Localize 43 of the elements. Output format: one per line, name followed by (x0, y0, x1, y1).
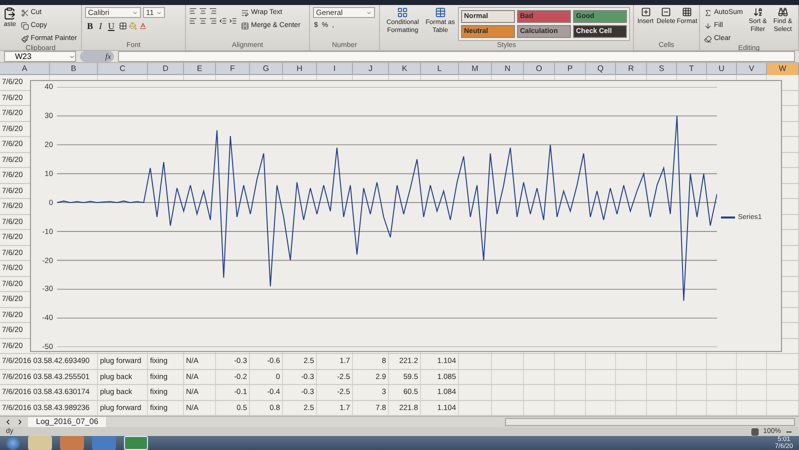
column-header[interactable]: W (767, 63, 799, 76)
font-color-icon (138, 22, 147, 30)
next-sheet-icon[interactable] (16, 418, 24, 426)
spreadsheet-app-icon[interactable] (124, 436, 148, 450)
horizontal-scrollbar[interactable] (505, 418, 795, 426)
binoculars-icon (778, 7, 788, 18)
normal-view-icon[interactable] (751, 428, 760, 436)
grid-icon (397, 7, 408, 18)
merge-icon (241, 22, 249, 30)
grid-icon (682, 7, 692, 18)
copy-icon (20, 22, 29, 30)
dropdown-icon (132, 10, 138, 16)
table-icon (434, 7, 446, 18)
arrow-down-icon (704, 22, 712, 30)
underline-button[interactable]: U (106, 20, 117, 32)
previous-sheet-icon[interactable] (4, 418, 12, 426)
paintbrush-icon (20, 34, 29, 43)
eraser-icon (704, 34, 712, 43)
paste-icon (3, 7, 16, 20)
sheet-tab[interactable]: Log_2016_07_06 (28, 416, 106, 428)
legend-line-icon (721, 216, 735, 219)
indent-decrease-icon (219, 17, 227, 26)
formula-input-field[interactable] (118, 51, 795, 62)
italic-button[interactable]: I (97, 20, 104, 32)
insert-function-button[interactable]: fx (80, 51, 114, 62)
name-box[interactable]: W23 (4, 51, 76, 62)
bold-button[interactable]: B (85, 20, 96, 32)
wrap-text-icon (241, 8, 249, 17)
align-left-icon (189, 17, 197, 26)
paint-bucket-icon (128, 22, 137, 30)
dropdown-icon (156, 10, 162, 16)
dropdown-icon (69, 54, 75, 60)
sort-icon (752, 7, 763, 18)
sigma-icon (704, 8, 712, 17)
scissors-icon (20, 8, 29, 17)
dropdown-icon (366, 10, 372, 16)
delete-icon (661, 7, 671, 18)
align-right-icon (209, 17, 217, 26)
borders-icon (118, 22, 127, 30)
start-button[interactable] (6, 436, 20, 450)
align-center-icon (199, 17, 207, 26)
insert-icon (640, 7, 650, 18)
indent-increase-icon (229, 17, 237, 26)
